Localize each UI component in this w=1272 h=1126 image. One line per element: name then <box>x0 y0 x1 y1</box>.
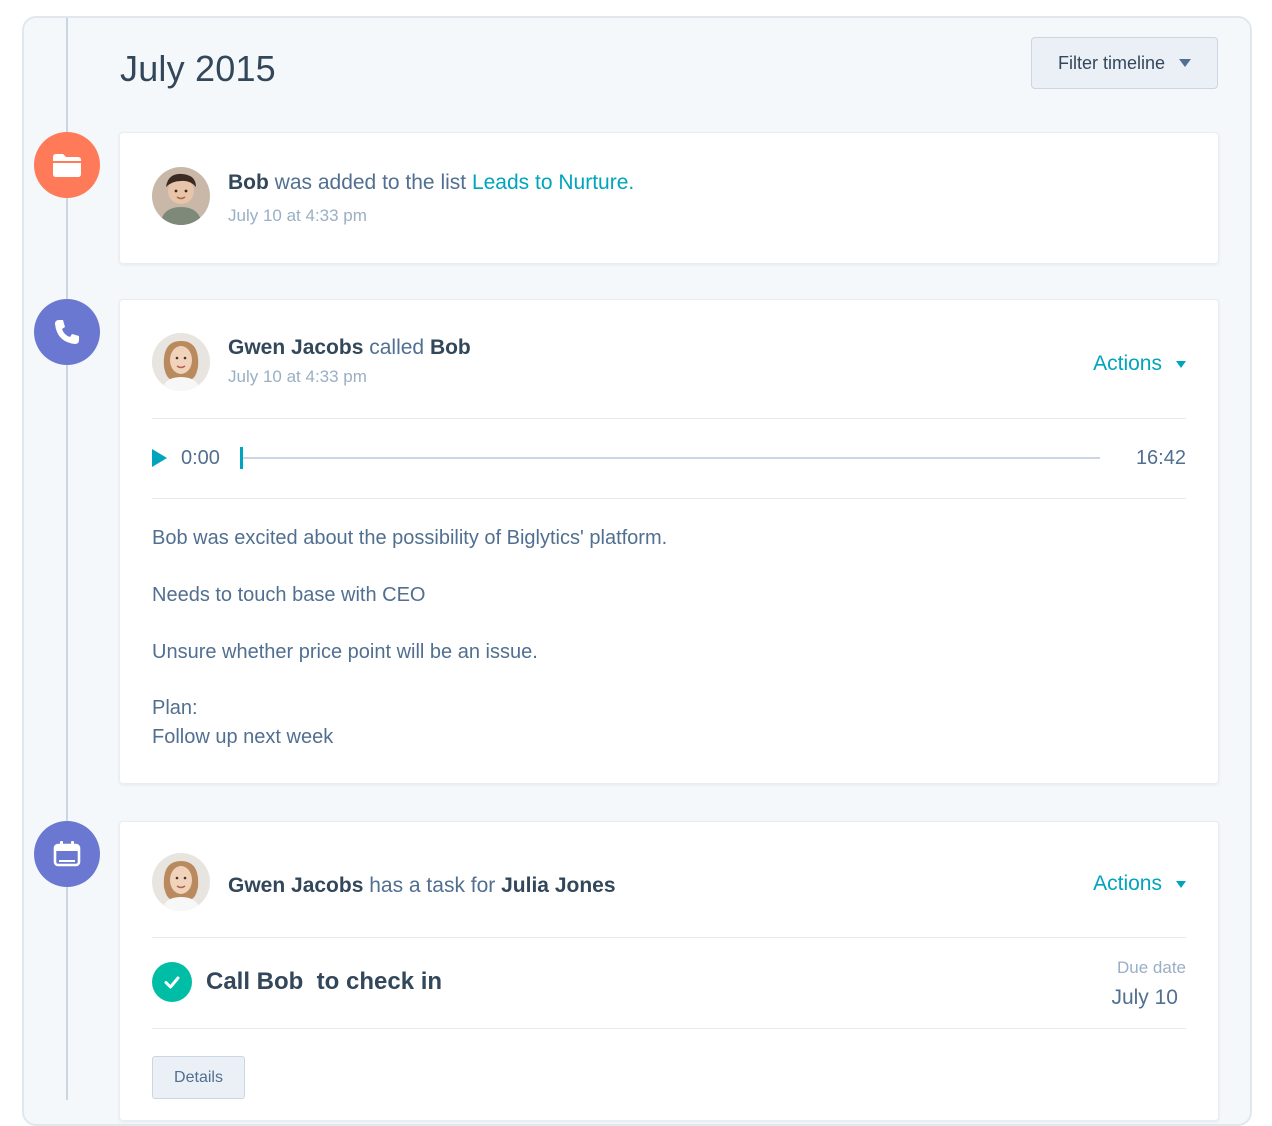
call-recording-player: 0:00 16:42 <box>152 440 1186 476</box>
divider <box>152 418 1186 419</box>
avatar <box>152 167 210 225</box>
playhead[interactable] <box>239 447 243 469</box>
current-time: 0:00 <box>181 446 220 469</box>
due-date-value: July 10 <box>1111 986 1178 1009</box>
list-link[interactable]: Leads to Nurture. <box>472 171 634 194</box>
check-circle-icon[interactable] <box>152 962 192 1002</box>
phone-icon <box>34 299 100 365</box>
chevron-down-icon <box>1176 880 1186 888</box>
actor-name[interactable]: Gwen Jacobs <box>228 874 363 897</box>
event-verb: called <box>363 336 430 359</box>
play-icon[interactable] <box>152 449 167 467</box>
actions-dropdown[interactable]: Actions <box>1093 872 1186 896</box>
call-note: Needs to touch base with CEO <box>152 584 426 606</box>
call-note: Plan: <box>152 697 198 719</box>
avatar <box>152 333 210 391</box>
event-headline: Bob was added to the list Leads to Nurtu… <box>228 171 634 195</box>
contact-name[interactable]: Bob <box>430 336 471 359</box>
filter-timeline-label: Filter timeline <box>1057 52 1166 73</box>
divider <box>152 937 1186 938</box>
calendar-icon <box>34 821 100 887</box>
filter-timeline-button[interactable]: Filter timeline <box>1031 37 1218 89</box>
details-button[interactable]: Details <box>152 1056 245 1099</box>
task-title[interactable]: Call Bob to check in <box>206 968 442 996</box>
month-heading: July 2015 <box>120 48 276 89</box>
actions-label: Actions <box>1093 352 1162 375</box>
avatar <box>152 853 210 911</box>
divider <box>152 1028 1186 1029</box>
event-card-task: Gwen Jacobs has a task for Julia Jones A… <box>119 821 1219 1121</box>
contact-name[interactable]: Bob <box>228 171 269 194</box>
event-timestamp: July 10 at 4:33 pm <box>228 206 367 225</box>
event-card-list-added: Bob was added to the list Leads to Nurtu… <box>119 132 1219 264</box>
event-verb: was added to the list <box>268 171 472 194</box>
actions-label: Actions <box>1093 872 1162 895</box>
event-verb: has a task for <box>363 874 502 897</box>
event-card-call: Gwen Jacobs called Bob July 10 at 4:33 p… <box>119 299 1219 784</box>
task-row: Call Bob to check in <box>152 962 442 1002</box>
folder-icon <box>34 132 100 198</box>
event-headline: Gwen Jacobs has a task for Julia Jones <box>228 874 616 898</box>
chevron-down-icon <box>1176 360 1186 368</box>
details-label: Details <box>174 1068 223 1086</box>
call-note: Unsure whether price point will be an is… <box>152 641 538 663</box>
divider <box>152 498 1186 499</box>
assignee-name[interactable]: Julia Jones <box>501 874 615 897</box>
due-date-label: Due date <box>1117 958 1186 977</box>
total-duration: 16:42 <box>1135 446 1186 469</box>
call-note: Follow up next week <box>152 726 334 748</box>
playback-scrubber[interactable] <box>239 447 1100 469</box>
actor-name[interactable]: Gwen Jacobs <box>228 336 363 359</box>
call-note: Bob was excited about the possibility of… <box>152 527 668 549</box>
event-headline: Gwen Jacobs called Bob <box>228 336 471 360</box>
event-timestamp: July 10 at 4:33 pm <box>228 367 367 386</box>
chevron-down-icon <box>1179 59 1192 67</box>
actions-dropdown[interactable]: Actions <box>1093 352 1186 376</box>
